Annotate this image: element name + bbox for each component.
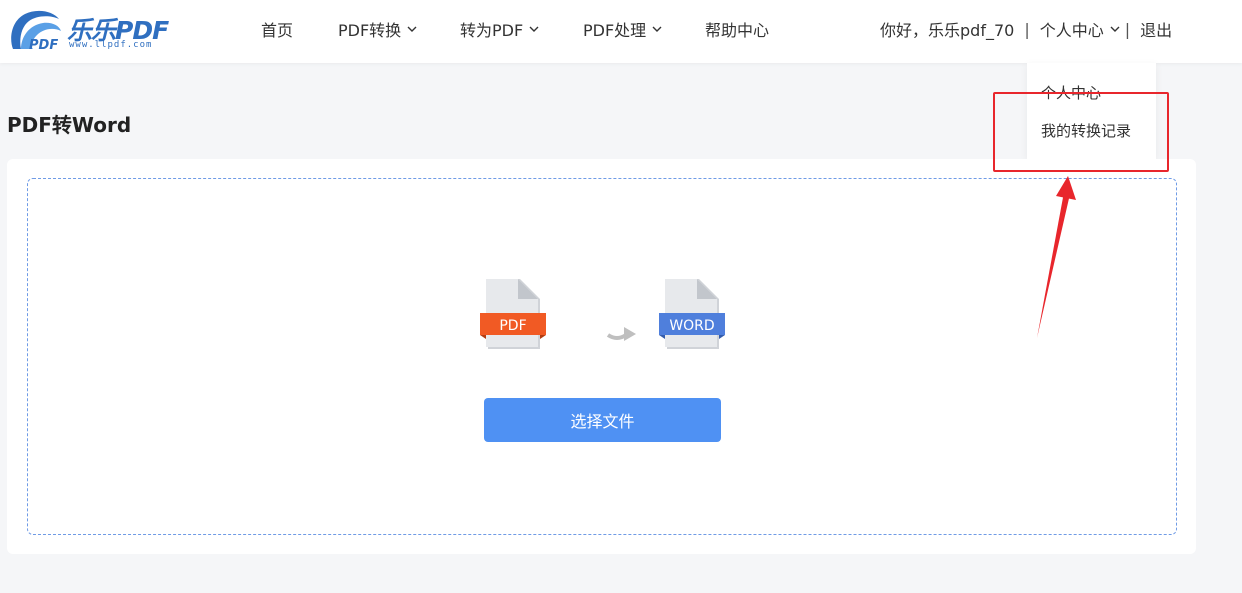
logo-url-text: www.llpdf.com bbox=[69, 40, 153, 50]
annotation-arrow-icon bbox=[1037, 176, 1076, 338]
select-file-button[interactable]: 选择文件 bbox=[484, 398, 721, 442]
user-greeting: 你好，乐乐pdf_70 bbox=[880, 21, 1015, 40]
word-file-icon: WORD bbox=[659, 279, 725, 349]
nav-pdf-process[interactable]: PDF处理 bbox=[583, 19, 663, 40]
chevron-down-icon bbox=[1110, 26, 1120, 32]
upload-card: PDF WORD 选择文件 bbox=[7, 159, 1196, 554]
arrow-right-icon bbox=[606, 327, 636, 341]
logo[interactable]: PDF 乐乐PDF www.llpdf.com bbox=[7, 9, 169, 53]
top-header: PDF 乐乐PDF www.llpdf.com 首页 PDF转换 转为PDF P… bbox=[0, 0, 1242, 63]
file-dropzone[interactable]: PDF WORD 选择文件 bbox=[27, 178, 1177, 535]
logout-link[interactable]: 退出 bbox=[1140, 17, 1172, 41]
nav-to-pdf[interactable]: 转为PDF bbox=[460, 19, 540, 40]
nav-pdf-process-label: PDF处理 bbox=[583, 21, 647, 40]
nav-to-pdf-label: 转为PDF bbox=[460, 21, 524, 40]
nav-pdf-convert-label: PDF转换 bbox=[338, 21, 402, 40]
chevron-down-icon bbox=[407, 26, 417, 32]
nav-help-center-label: 帮助中心 bbox=[705, 21, 770, 40]
account-menu-trigger[interactable]: 个人中心 bbox=[1040, 17, 1121, 41]
chevron-down-icon bbox=[652, 26, 662, 32]
user-area: 你好，乐乐pdf_70 | 个人中心 | 退出 bbox=[880, 17, 1172, 41]
page-title: PDF转Word bbox=[7, 113, 132, 137]
logo-mark-icon: PDF bbox=[11, 10, 61, 53]
nav-help-center[interactable]: 帮助中心 bbox=[705, 19, 770, 40]
chevron-down-icon bbox=[529, 26, 539, 32]
annotation-highlight-box bbox=[993, 92, 1169, 172]
word-badge-text: WORD bbox=[669, 318, 714, 334]
pdf-file-icon: PDF bbox=[480, 279, 546, 349]
account-menu-label: 个人中心 bbox=[1039, 21, 1104, 40]
nav-home[interactable]: 首页 bbox=[261, 19, 294, 40]
svg-text:PDF: PDF bbox=[29, 38, 58, 53]
separator: | bbox=[1124, 19, 1131, 39]
nav-pdf-convert[interactable]: PDF转换 bbox=[338, 19, 418, 40]
pdf-badge-text: PDF bbox=[499, 318, 526, 334]
separator: | bbox=[1024, 19, 1030, 39]
nav-home-label: 首页 bbox=[261, 21, 294, 40]
